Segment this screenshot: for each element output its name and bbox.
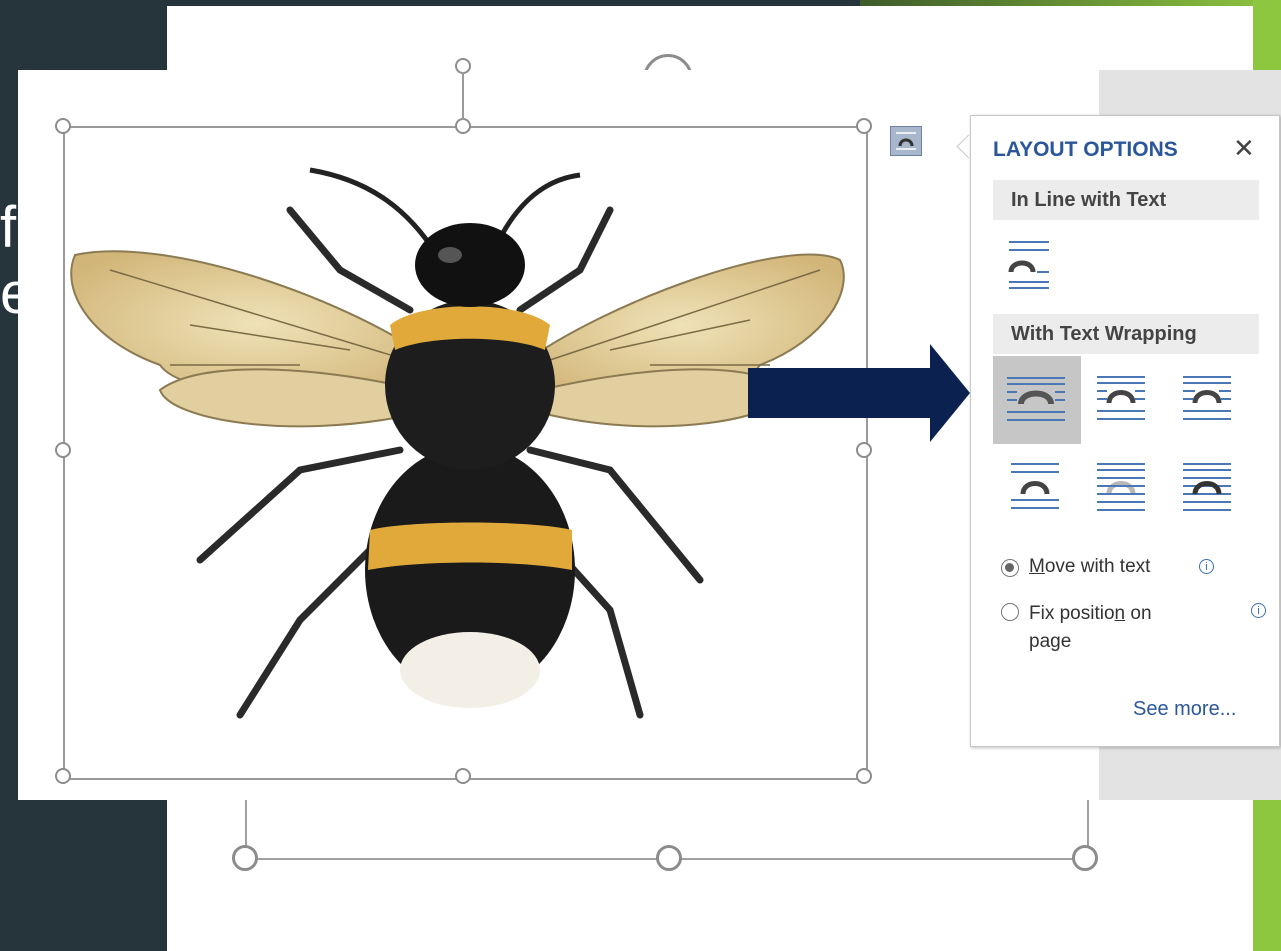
resize-handle-bottom-left[interactable] [55,768,71,784]
layout-options-icon[interactable] [890,126,922,156]
resize-handle-top-right[interactable] [856,118,872,134]
panel-title: LAYOUT OPTIONS [993,138,1178,161]
move-with-text-option[interactable]: Move with text i [1001,556,1214,578]
fix-position-radio[interactable] [1001,603,1019,621]
through-wrap-icon[interactable] [1177,371,1237,429]
image-selection-box [63,126,868,780]
close-icon[interactable]: ✕ [1233,133,1255,164]
resize-handle-bottom[interactable] [455,768,471,784]
in-line-with-text-icon[interactable] [1001,234,1061,292]
section-inline: In Line with Text [993,180,1259,220]
layout-options-panel: LAYOUT OPTIONS ✕ In Line with Text With … [970,115,1280,747]
move-with-text-radio[interactable] [1001,559,1019,577]
info-icon[interactable]: i [1251,603,1266,618]
resize-handle-top-left[interactable] [55,118,71,134]
resize-handle-left[interactable] [55,442,71,458]
move-with-text-label: Move with text [1029,556,1151,577]
fix-position-label: Fix position on page [1029,603,1152,652]
resize-handle-top[interactable] [455,118,471,134]
top-bottom-wrap-icon[interactable] [1005,458,1065,516]
square-wrap-icon[interactable] [993,356,1081,444]
see-more-link[interactable]: See more... [1133,698,1236,721]
resize-handle[interactable] [1072,845,1098,871]
pointer-arrow [748,344,970,442]
resize-handle[interactable] [232,845,258,871]
behind-text-icon[interactable] [1091,458,1151,516]
rotate-handle-stem [462,72,464,120]
resize-handle-bottom-right[interactable] [856,768,872,784]
tight-wrap-icon[interactable] [1091,371,1151,429]
in-front-of-text-icon[interactable] [1177,458,1237,516]
fix-position-option[interactable]: Fix position on page i [1001,600,1266,656]
resize-handle-right[interactable] [856,442,872,458]
resize-handle[interactable] [656,845,682,871]
info-icon[interactable]: i [1199,559,1214,574]
section-wrapping: With Text Wrapping [993,314,1259,354]
